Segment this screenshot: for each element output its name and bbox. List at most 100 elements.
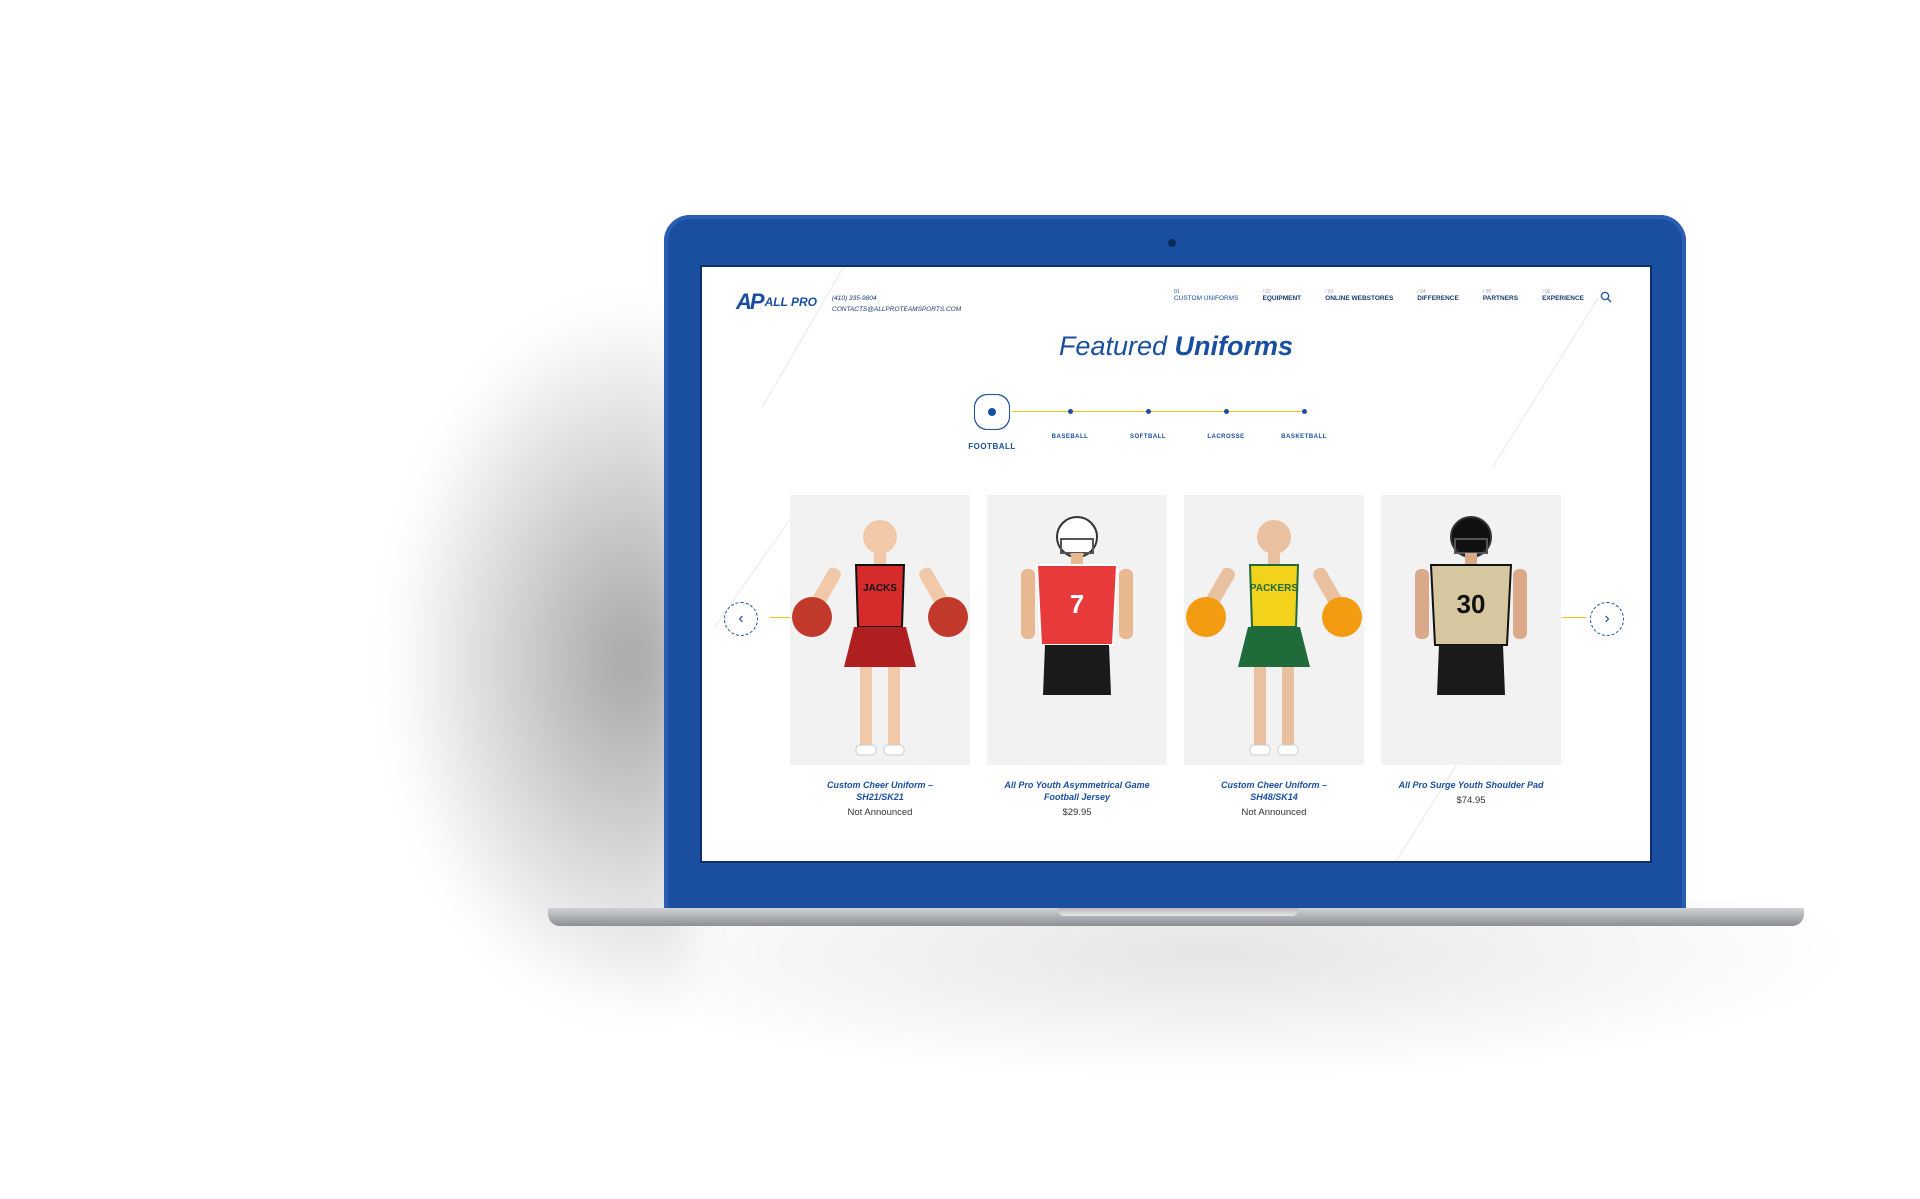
site-logo[interactable]: AP ALL PRO [736,289,817,315]
tab-label: FOOTBALL [968,442,1016,451]
shoe [1249,744,1271,756]
arrow-accent [1562,617,1586,618]
nav-experience[interactable]: / 06 EXPERIENCE [1542,289,1584,302]
left-arm [1021,569,1035,639]
nav-equipment[interactable]: / 02 EQUIPMENT [1262,289,1301,302]
nav-label: EQUIPMENT [1262,295,1302,302]
tab-dot [1223,409,1229,414]
carousel-next-button[interactable]: › [1590,602,1624,636]
product-name[interactable]: All Pro Youth Asymmetrical Game Football… [1002,779,1152,803]
tab-softball[interactable]: SOFTBALL [1118,399,1178,440]
product-price: $74.95 [1456,795,1486,806]
nav-label: DIFFERENCE [1417,295,1459,302]
pants [1043,645,1111,695]
product-name[interactable]: Custom Cheer Uniform – SH21/SK21 [805,779,955,803]
nav-label: CUSTOM UNIFORMS [1173,295,1239,302]
product-image[interactable]: PACKERS [1184,495,1364,765]
pompom [1322,597,1362,637]
product-image[interactable]: 7 [987,495,1167,765]
product-image[interactable]: JACKS [790,495,970,765]
right-leg [1282,667,1294,747]
shoe [855,744,877,756]
pompom [928,597,968,637]
nav-label: EXPERIENCE [1542,295,1584,302]
left-leg [860,667,872,747]
skirt [844,627,916,667]
phone-link[interactable]: (410) 335-9804 [832,293,961,304]
tab-baseball[interactable]: BASEBALL [1040,399,1100,440]
right-arm [1119,569,1133,639]
product-card[interactable]: 30 All Pro Surge Youth Shoulder Pad $74.… [1381,495,1561,818]
chevron-right-icon: › [1604,610,1610,627]
main-nav: 01 CUSTOM UNIFORMS / 02 EQUIPMENT / 03 O… [1174,289,1584,302]
laptop-base [548,908,1804,926]
tab-label: SOFTBALL [1130,434,1166,440]
neck [1071,553,1083,565]
page-title: Featured Uniforms [702,331,1650,362]
shoe [1277,744,1299,756]
nav-label: ONLINE WEBSTORES [1325,295,1394,302]
nav-custom-uniforms[interactable]: 01 CUSTOM UNIFORMS [1174,289,1239,302]
product-image[interactable]: 30 [1381,495,1561,765]
tab-football[interactable]: FOOTBALL [962,399,1022,451]
product-carousel: JACKS Custom Cheer Uniform – SH21/SK21 N… [790,495,1561,818]
logo-text: ALL PRO [764,295,818,309]
uniform-illustration: PACKERS [1186,520,1362,756]
product-card[interactable]: JACKS Custom Cheer Uniform – SH21/SK21 N… [790,495,970,818]
nav-label: PARTNERS [1482,295,1519,302]
right-leg [888,667,900,747]
tab-dot [1067,409,1073,414]
tab-dot [1145,409,1151,414]
product-name[interactable]: Custom Cheer Uniform – SH48/SK14 [1199,779,1349,803]
floor-shadow [560,900,1860,1080]
product-card[interactable]: PACKERS Custom Cheer Uniform – SH48/SK14… [1184,495,1364,818]
sport-tabs: FOOTBALL BASEBALL SOFTBALL LACROSSE BASK… [968,399,1326,459]
email-link[interactable]: CONTACTS@ALLPROTEAMSPORTS.COM [832,304,961,315]
jersey-text: PACKERS [1250,583,1298,594]
jersey-text: 30 [1457,589,1486,619]
chevron-left-icon: ‹ [738,610,744,627]
contact-info: (410) 335-9804 CONTACTS@ALLPROTEAMSPORTS… [832,293,961,315]
head [1257,520,1291,554]
logo-mark: AP [736,289,765,314]
product-name[interactable]: All Pro Surge Youth Shoulder Pad [1396,779,1546,791]
laptop-screen: AP ALL PRO (410) 335-9804 CONTACTS@ALLPR… [700,265,1652,863]
pants [1437,645,1505,695]
helmet [1056,516,1098,558]
laptop-lid: AP ALL PRO (410) 335-9804 CONTACTS@ALLPR… [664,215,1686,915]
uniform-illustration: 7 [1021,516,1133,695]
pompom [792,597,832,637]
title-bold: Uniforms [1174,331,1294,361]
pompom [1186,597,1226,637]
right-arm [1513,569,1527,639]
left-leg [1254,667,1266,747]
product-card[interactable]: 7 All Pro Youth Asymmetrical Game Footba… [987,495,1167,818]
jersey [1248,564,1300,628]
head [863,520,897,554]
tab-basketball[interactable]: BASKETBALL [1274,399,1334,440]
jersey-text: JACKS [863,583,897,594]
product-price: Not Announced [847,807,913,818]
jersey-text: 7 [1070,589,1084,619]
product-price: $29.95 [1062,807,1092,818]
left-arm [1415,569,1429,639]
tab-lacrosse[interactable]: LACROSSE [1196,399,1256,440]
neck [874,553,886,565]
tab-dot [988,408,996,416]
laptop-notch [1058,908,1298,916]
uniform-illustration: JACKS [792,520,968,756]
nav-online-webstores[interactable]: / 03 ONLINE WEBSTORES [1325,289,1393,302]
site-header: AP ALL PRO (410) 335-9804 CONTACTS@ALLPR… [702,267,1650,327]
skirt [1238,627,1310,667]
shoe [883,744,905,756]
search-icon[interactable] [1600,291,1612,303]
nav-difference[interactable]: / 04 DIFFERENCE [1417,289,1459,302]
title-light: Featured [1058,331,1168,361]
neck [1465,553,1477,565]
nav-partners[interactable]: / 05 PARTNERS [1483,289,1518,302]
neck [1268,553,1280,565]
tab-label: LACROSSE [1207,434,1245,440]
carousel-prev-button[interactable]: ‹ [724,602,758,636]
tab-dot [1301,409,1307,414]
jersey [854,564,906,628]
